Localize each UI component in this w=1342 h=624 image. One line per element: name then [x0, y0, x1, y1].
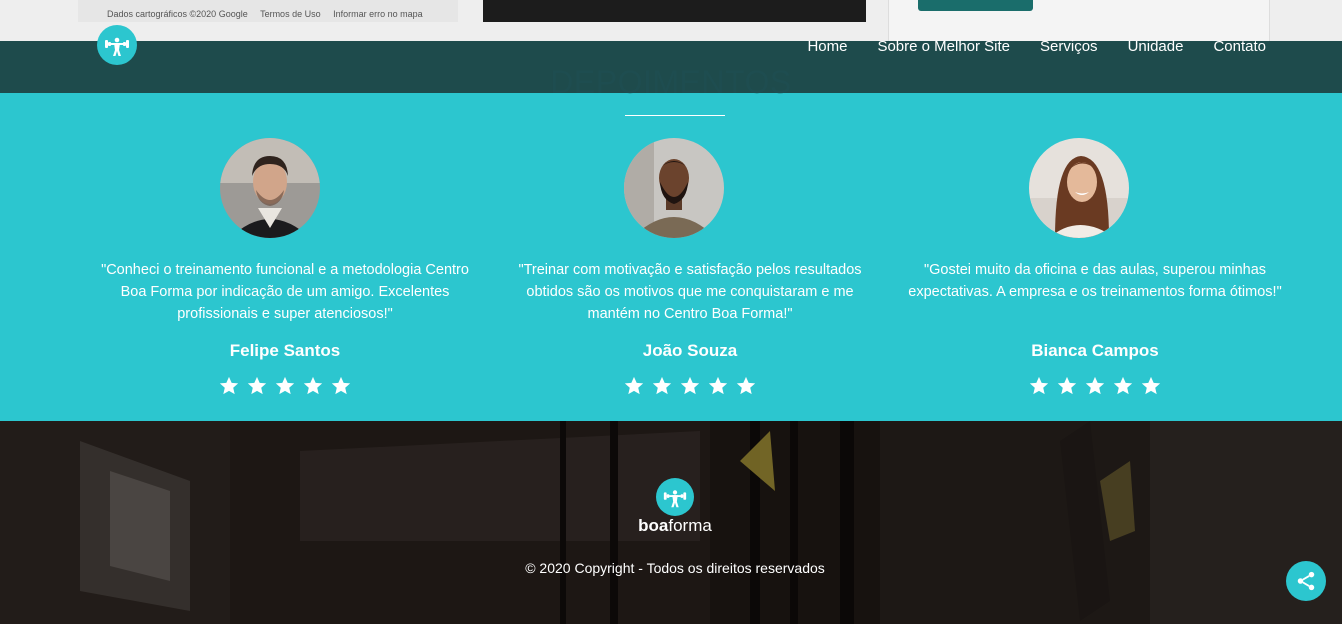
star-icon: [624, 376, 644, 395]
testimonial-name: Felipe Santos: [229, 341, 341, 360]
section-title: DEPOIMENTOS: [550, 64, 792, 100]
star-icon: [708, 376, 728, 395]
testimonial-name: João Souza: [642, 341, 738, 360]
avatar: [624, 138, 724, 238]
title-divider: [625, 115, 725, 116]
site-logo[interactable]: [97, 25, 137, 65]
copyright-text: © 2020 Copyright - Todos os direitos res…: [525, 560, 825, 576]
star-icon: [736, 376, 756, 395]
site-footer: boaforma © 2020 Copyright - Todos os dir…: [0, 421, 1342, 624]
nav-home[interactable]: Home: [792, 38, 862, 56]
map-report-link[interactable]: Informar erro no mapa: [333, 9, 423, 19]
testimonials-section: "Conheci o treinamento funcional e a met…: [0, 93, 1342, 421]
star-icon: [303, 376, 323, 395]
brand-bold: boa: [638, 516, 669, 535]
avatar: [220, 138, 320, 238]
testimonial-quote: "Conheci o treinamento funcional e a met…: [101, 262, 469, 322]
share-button[interactable]: [1286, 561, 1326, 601]
star-icon: [331, 376, 351, 395]
map-terms-link[interactable]: Termos de Uso: [260, 9, 321, 19]
map-attribution: Dados cartográficos ©2020 Google Termos …: [107, 9, 433, 19]
star-icon: [680, 376, 700, 395]
rating-stars: [500, 375, 880, 397]
star-icon: [219, 376, 239, 395]
star-icon: [1029, 376, 1049, 395]
nav-contato[interactable]: Contato: [1198, 38, 1266, 56]
video-embed[interactable]: [483, 0, 866, 22]
footer-brand: boaforma: [0, 516, 1342, 536]
star-icon: [1085, 376, 1105, 395]
weightlifter-icon: [663, 490, 687, 508]
star-icon: [1113, 376, 1133, 395]
avatar: [1029, 138, 1129, 238]
share-icon: [1297, 571, 1315, 591]
star-icon: [247, 376, 267, 395]
main-nav: Home Sobre o Melhor Site Serviços Unidad…: [792, 38, 1266, 56]
nav-sobre[interactable]: Sobre o Melhor Site: [862, 38, 1025, 56]
testimonial-name: Bianca Campos: [1031, 341, 1159, 360]
star-icon: [1057, 376, 1077, 395]
star-icon: [1141, 376, 1161, 395]
form-submit-button[interactable]: [918, 0, 1033, 11]
rating-stars: [95, 375, 475, 397]
nav-servicos[interactable]: Serviços: [1025, 38, 1113, 56]
footer-logo[interactable]: [656, 478, 694, 516]
rating-stars: [905, 375, 1285, 397]
nav-unidade[interactable]: Unidade: [1113, 38, 1199, 56]
star-icon: [652, 376, 672, 395]
weightlifter-icon: [105, 37, 129, 56]
testimonial-quote: "Gostei muito da oficina e das aulas, su…: [908, 262, 1282, 300]
star-icon: [275, 376, 295, 395]
testimonial-quote: "Treinar com motivação e satisfação pelo…: [518, 262, 862, 322]
brand-light: forma: [668, 516, 712, 535]
map-data-credit: Dados cartográficos ©2020 Google: [107, 9, 248, 19]
